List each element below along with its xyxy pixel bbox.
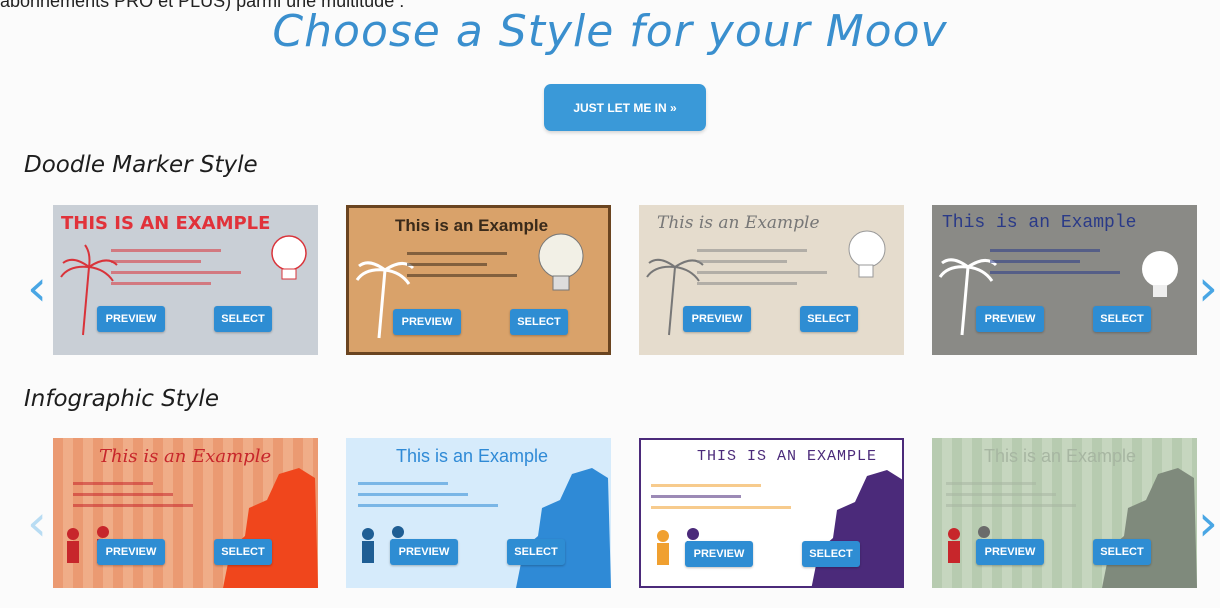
- card-placeholder-lines: [358, 482, 508, 515]
- preview-button[interactable]: PREVIEW: [393, 309, 461, 335]
- select-button[interactable]: SELECT: [507, 539, 565, 565]
- chevron-left-icon: ‹: [27, 259, 47, 317]
- style-card-infographic-3: THIS IS AN EXAMPLE PREVIEW SELECT: [639, 438, 904, 588]
- select-button[interactable]: SELECT: [800, 306, 858, 332]
- select-button[interactable]: SELECT: [510, 309, 568, 335]
- chevron-left-icon: ‹: [27, 494, 47, 552]
- select-button[interactable]: SELECT: [802, 541, 860, 567]
- chevron-right-icon: ›: [1198, 494, 1218, 552]
- style-card-doodle-3: This is an Example PREVIEW SELECT: [639, 205, 904, 355]
- page-title: Choose a Style for your Moov: [272, 6, 948, 57]
- section-title-doodle: Doodle Marker Style: [24, 152, 258, 178]
- preview-button[interactable]: PREVIEW: [390, 539, 458, 565]
- card-example-text: This is an Example: [395, 216, 549, 235]
- card-placeholder-lines: [651, 484, 801, 517]
- chevron-right-icon: ›: [1198, 259, 1218, 317]
- style-card-doodle-2: This is an Example PREVIEW SELECT: [346, 205, 611, 355]
- style-card-infographic-4: This is an Example PREVIEW SELECT: [932, 438, 1197, 588]
- preview-button[interactable]: PREVIEW: [685, 541, 753, 567]
- preview-button[interactable]: PREVIEW: [97, 306, 165, 332]
- select-button[interactable]: SELECT: [214, 539, 272, 565]
- carousel-prev-infographic[interactable]: ‹: [27, 493, 47, 553]
- preview-button[interactable]: PREVIEW: [683, 306, 751, 332]
- card-placeholder-lines: [111, 249, 261, 293]
- card-example-text: This is an Example: [984, 446, 1137, 466]
- style-card-infographic-2: This is an Example PREVIEW SELECT: [346, 438, 611, 588]
- select-button[interactable]: SELECT: [214, 306, 272, 332]
- select-button[interactable]: SELECT: [1093, 539, 1151, 565]
- section-title-infographic: Infographic Style: [24, 386, 219, 412]
- carousel-prev-doodle[interactable]: ‹: [27, 258, 47, 318]
- style-card-doodle-4: This is an Example PREVIEW SELECT: [932, 205, 1197, 355]
- preview-button[interactable]: PREVIEW: [97, 539, 165, 565]
- card-placeholder-lines: [946, 482, 1096, 515]
- card-example-text: This is an Example: [396, 446, 549, 466]
- card-placeholder-lines: [990, 249, 1140, 282]
- card-example-text: This is an Example: [99, 446, 272, 467]
- carousel-next-doodle[interactable]: ›: [1198, 258, 1218, 318]
- preview-button[interactable]: PREVIEW: [976, 539, 1044, 565]
- card-placeholder-lines: [407, 252, 557, 285]
- style-card-infographic-1: This is an Example PREVIEW SELECT: [53, 438, 318, 588]
- select-button[interactable]: SELECT: [1093, 306, 1151, 332]
- just-let-me-in-button[interactable]: JUST LET ME IN »: [544, 84, 706, 131]
- card-example-text: This is an Example: [657, 213, 820, 233]
- card-example-text: THIS IS AN EXAMPLE: [697, 448, 878, 465]
- card-placeholder-lines: [697, 249, 847, 293]
- style-card-doodle-1: THIS IS AN EXAMPLE PREVIEW SELECT: [53, 205, 318, 355]
- preview-button[interactable]: PREVIEW: [976, 306, 1044, 332]
- card-example-text: THIS IS AN EXAMPLE: [61, 213, 271, 234]
- carousel-next-infographic[interactable]: ›: [1198, 493, 1218, 553]
- card-placeholder-lines: [73, 482, 223, 515]
- card-example-text: This is an Example: [942, 213, 1137, 233]
